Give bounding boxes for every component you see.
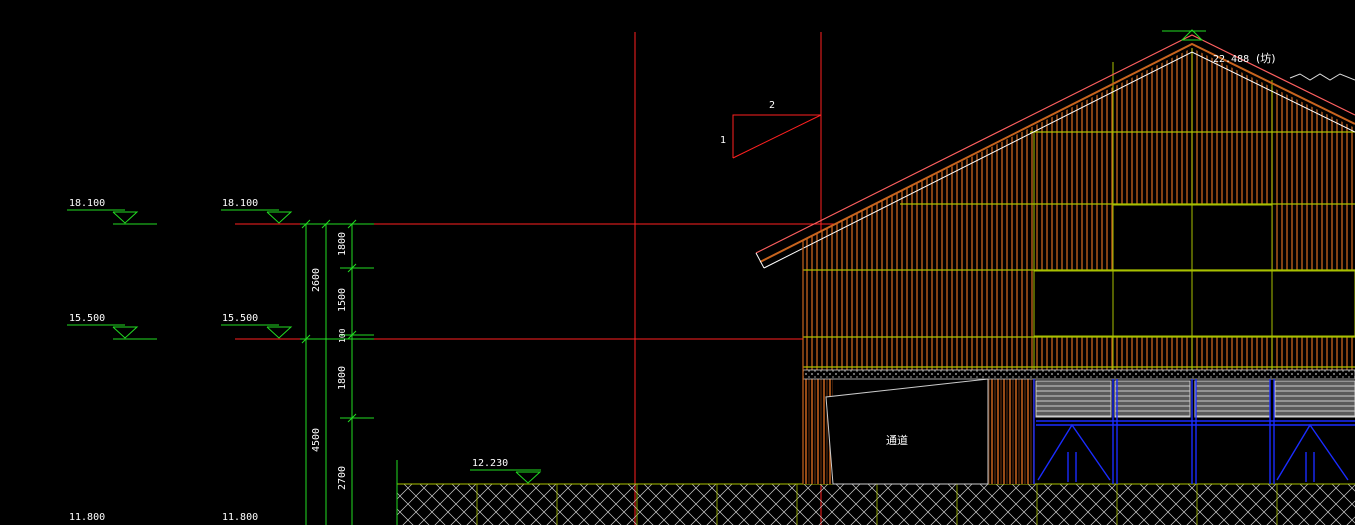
dim-inner-2700: 2700 (337, 466, 348, 490)
slope-run-label: 2 (769, 100, 775, 111)
level-label: 18.100 (222, 198, 258, 209)
level-label: 12.230 (472, 458, 508, 469)
level-marker-mid-11800: 11.800 (222, 512, 258, 523)
level-label: 11.800 (222, 512, 258, 523)
ridge-level-note: (坊) (1256, 51, 1276, 65)
dim-inner-1800b: 1800 (337, 366, 348, 390)
level-marker-left-11800: 11.800 (69, 512, 105, 523)
level-marker-mid-18100: 18.100 (221, 198, 293, 224)
level-marker-left-18100: 18.100 (67, 198, 157, 225)
dim-outer-4500: 4500 (311, 428, 322, 452)
level-label: 15.500 (69, 313, 105, 324)
dim-inner-1800a: 1800 (337, 232, 348, 256)
level-marker-ground: 12.230 (470, 458, 542, 484)
cad-drawing-canvas[interactable]: 2 1 18.100 15.500 11.800 18.100 15.500 1… (0, 0, 1355, 525)
level-label: 18.100 (69, 198, 105, 209)
level-label: 15.500 (222, 313, 258, 324)
slope-rise-label: 1 (720, 135, 726, 146)
dim-inner-1500: 1500 (337, 288, 348, 312)
dim-outer-2600: 2600 (311, 268, 322, 292)
slope-symbol: 2 1 (720, 100, 822, 159)
level-label: 11.800 (69, 512, 105, 523)
ridge-level-label: 22.488 (1213, 54, 1249, 65)
building-elevation: 22.488 (坊) 通道 (755, 29, 1355, 485)
level-marker-left-15500: 15.500 (67, 313, 157, 340)
passage-label: 通道 (886, 433, 908, 447)
level-marker-mid-15500: 15.500 (221, 313, 293, 339)
dim-inner-100: 100 (338, 328, 347, 343)
